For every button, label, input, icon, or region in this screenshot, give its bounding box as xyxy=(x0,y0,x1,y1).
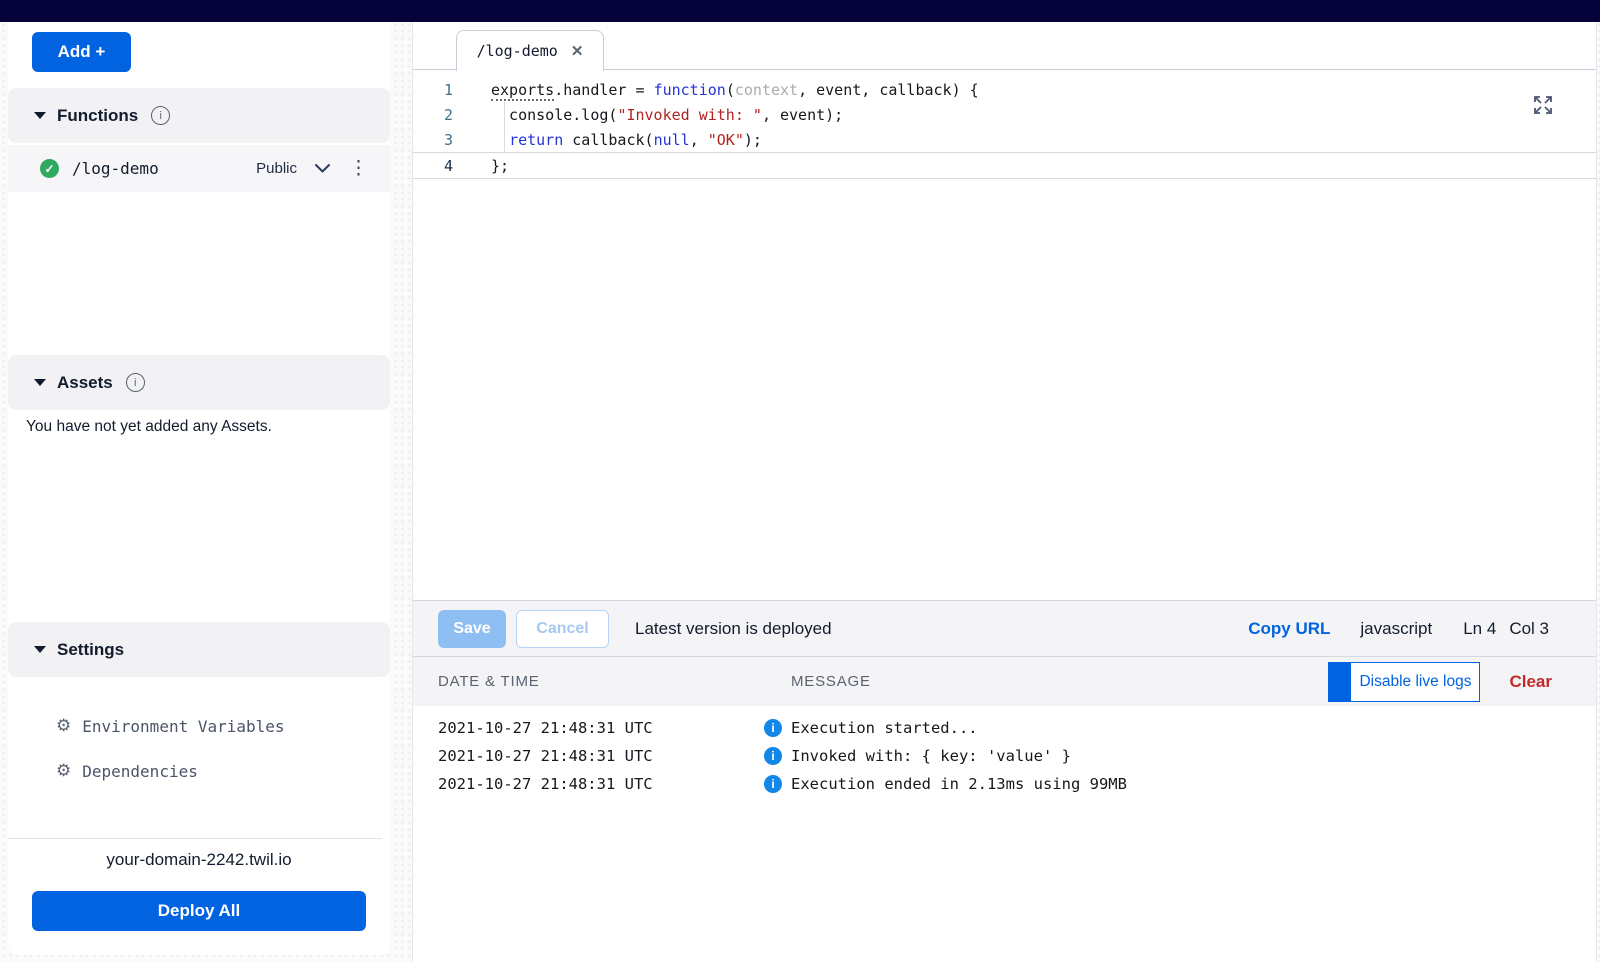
top-navigation-bar xyxy=(0,0,1600,22)
copy-url-link[interactable]: Copy URL xyxy=(1248,619,1330,639)
cursor-line-indicator: Ln 4 xyxy=(1463,619,1496,639)
indent-guide xyxy=(504,102,505,127)
line-number: 3 xyxy=(413,131,453,149)
language-label: javascript xyxy=(1360,619,1432,639)
logs-header: DATE & TIME MESSAGE Disable live logs Cl… xyxy=(413,656,1596,706)
deploy-all-button[interactable]: Deploy All xyxy=(32,891,366,931)
code-editor[interactable]: 1 exports.handler = function(context, ev… xyxy=(413,71,1596,600)
kebab-menu-icon[interactable]: ⋮ xyxy=(349,159,368,178)
info-icon xyxy=(764,719,782,737)
save-button[interactable]: Save xyxy=(438,610,506,648)
log-list: 2021-10-27 21:48:31 UTC Execution starte… xyxy=(413,706,1596,798)
code-text: exports.handler = function(context, even… xyxy=(491,81,979,99)
caret-down-icon xyxy=(34,112,46,119)
log-message: Execution ended in 2.13ms using 99MB xyxy=(791,775,1127,793)
fullscreen-expand-icon[interactable] xyxy=(1531,93,1555,117)
divider xyxy=(8,838,382,839)
live-logs-indicator xyxy=(1328,662,1350,702)
chevron-down-icon[interactable] xyxy=(314,163,331,174)
log-message: Invoked with: { key: 'value' } xyxy=(791,747,1071,765)
editor-pane: /log-demo ✕ 1 exports.handler = function… xyxy=(412,22,1597,962)
add-button[interactable]: Add + xyxy=(32,32,131,72)
deployed-check-icon xyxy=(40,159,59,178)
sidebar-item-dependencies[interactable]: ⚙ Dependencies xyxy=(56,755,198,787)
settings-item-label: Dependencies xyxy=(82,762,198,781)
deploy-status-text: Latest version is deployed xyxy=(635,619,832,639)
log-message: Execution started... xyxy=(791,719,978,737)
visibility-label: Public xyxy=(256,160,297,177)
settings-section-title: Settings xyxy=(57,640,124,660)
info-icon[interactable] xyxy=(151,106,170,125)
settings-item-label: Environment Variables xyxy=(82,717,284,736)
line-number: 1 xyxy=(413,81,453,99)
disable-live-logs-button[interactable]: Disable live logs xyxy=(1350,662,1480,702)
clear-logs-button[interactable]: Clear xyxy=(1509,672,1552,692)
caret-down-icon xyxy=(34,379,46,386)
functions-section-header[interactable]: Functions xyxy=(8,88,390,143)
functions-section-title: Functions xyxy=(57,106,138,126)
editor-status-bar: Save Cancel Latest version is deployed C… xyxy=(413,600,1596,656)
gear-icon: ⚙ xyxy=(56,761,71,781)
caret-down-icon xyxy=(34,646,46,653)
line-number: 2 xyxy=(413,106,453,124)
column-header-datetime: DATE & TIME xyxy=(438,673,791,690)
assets-section-header[interactable]: Assets xyxy=(8,355,390,410)
cursor-column-indicator: Col 3 xyxy=(1509,619,1549,639)
code-line[interactable]: 2 console.log("Invoked with: ", event); xyxy=(413,102,1596,127)
status-bar-right: Copy URL javascript Ln 4 Col 3 xyxy=(1248,619,1549,639)
indent-guide xyxy=(504,127,505,152)
info-icon xyxy=(764,747,782,765)
info-icon[interactable] xyxy=(126,373,145,392)
log-row[interactable]: 2021-10-27 21:48:31 UTC Execution starte… xyxy=(413,714,1596,742)
log-row[interactable]: 2021-10-27 21:48:31 UTC Invoked with: { … xyxy=(413,742,1596,770)
logs-header-actions: Disable live logs Clear xyxy=(1328,662,1552,702)
cancel-button[interactable]: Cancel xyxy=(516,610,609,648)
line-number: 4 xyxy=(413,157,453,175)
settings-section-header[interactable]: Settings xyxy=(8,622,390,677)
info-icon xyxy=(764,775,782,793)
assets-section-title: Assets xyxy=(57,373,113,393)
function-item-log-demo[interactable]: /log-demo Public ⋮ xyxy=(8,145,390,192)
sidebar-item-environment-variables[interactable]: ⚙ Environment Variables xyxy=(56,710,285,742)
code-text: return callback(null, "OK"); xyxy=(491,131,762,149)
close-icon[interactable]: ✕ xyxy=(571,42,584,60)
log-timestamp: 2021-10-27 21:48:31 UTC xyxy=(438,747,764,765)
sidebar: Add + Functions /log-demo Public ⋮ Asset… xyxy=(8,22,390,955)
tab-label: /log-demo xyxy=(477,42,558,60)
log-row[interactable]: 2021-10-27 21:48:31 UTC Execution ended … xyxy=(413,770,1596,798)
log-timestamp: 2021-10-27 21:48:31 UTC xyxy=(438,719,764,737)
code-line[interactable]: 3 return callback(null, "OK"); xyxy=(413,127,1596,152)
code-line-active[interactable]: 4 }; xyxy=(413,152,1596,179)
code-line[interactable]: 1 exports.handler = function(context, ev… xyxy=(413,77,1596,102)
domain-label: your-domain-2242.twil.io xyxy=(8,850,390,870)
assets-empty-message: You have not yet added any Assets. xyxy=(26,418,272,436)
code-text: console.log("Invoked with: ", event); xyxy=(491,106,843,124)
log-timestamp: 2021-10-27 21:48:31 UTC xyxy=(438,775,764,793)
code-text: }; xyxy=(491,157,509,175)
gear-icon: ⚙ xyxy=(56,716,71,736)
function-name: /log-demo xyxy=(72,159,159,178)
column-header-message: MESSAGE xyxy=(791,673,871,690)
tab-log-demo[interactable]: /log-demo ✕ xyxy=(456,30,604,71)
